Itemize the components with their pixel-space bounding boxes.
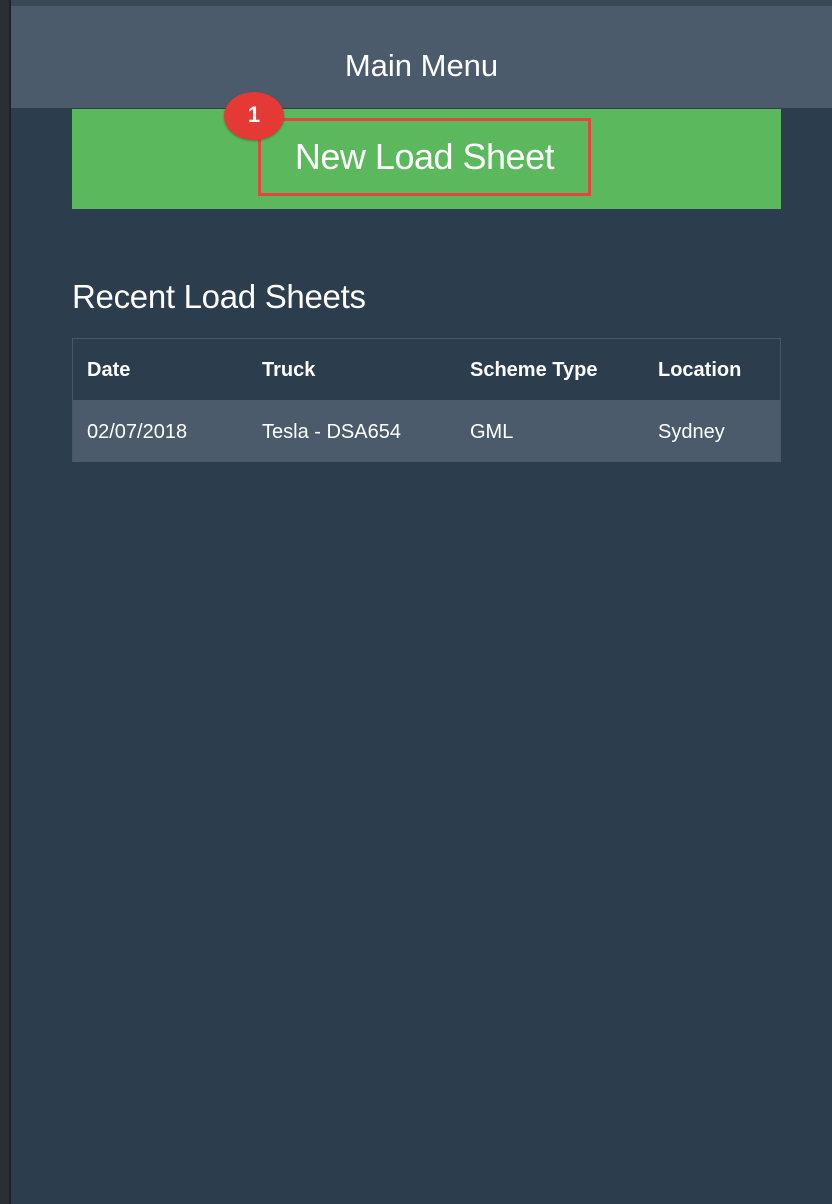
window-left-border: [9, 0, 11, 1204]
column-header-scheme-type: Scheme Type: [470, 359, 598, 381]
column-header-truck: Truck: [262, 359, 316, 381]
cell-scheme-type: GML: [470, 421, 514, 443]
cell-location: Sydney: [658, 421, 725, 443]
column-header-date: Date: [87, 359, 131, 381]
recent-load-sheets-table: Date Truck Scheme Type Location 02/07/20…: [72, 338, 781, 462]
column-header-location: Location: [658, 359, 742, 381]
main-menu-header: Main Menu: [11, 6, 832, 108]
cell-date: 02/07/2018: [87, 421, 188, 443]
table-row[interactable]: 02/07/2018 Tesla - DSA654 GML Sydney: [73, 400, 780, 461]
page-title: Main Menu: [344, 48, 499, 83]
new-load-sheet-label[interactable]: New Load Sheet: [258, 118, 591, 196]
cell-truck: Tesla - DSA654: [262, 421, 401, 443]
app-window: Main Menu New Load Sheet 1 Recent Load S…: [0, 0, 832, 1204]
recent-load-sheets-title: Recent Load Sheets: [72, 278, 366, 315]
table-header-row: Date Truck Scheme Type Location: [73, 339, 780, 400]
step-number-badge: 1: [224, 92, 284, 140]
